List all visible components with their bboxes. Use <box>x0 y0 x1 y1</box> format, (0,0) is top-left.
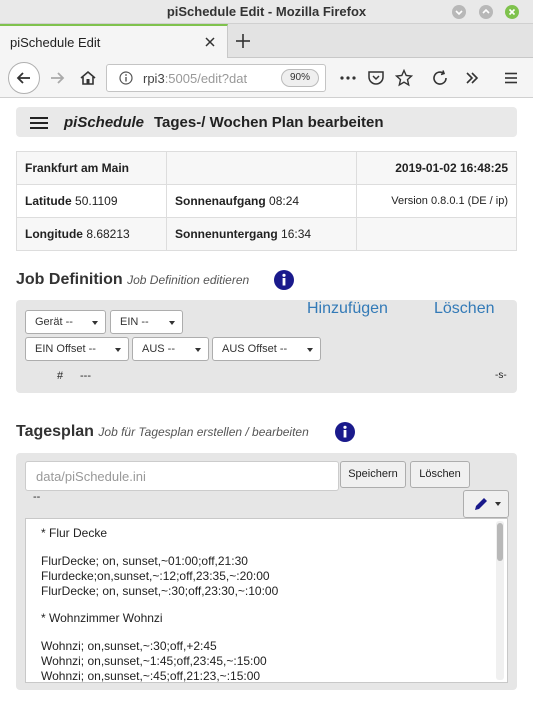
ein-dropdown[interactable]: EIN -- <box>110 310 183 334</box>
home-button[interactable] <box>76 66 100 90</box>
aus-dropdown[interactable]: AUS -- <box>132 337 209 361</box>
pocket-icon <box>368 71 384 85</box>
url-host: rpi3 <box>143 71 165 86</box>
sunrise-cell: Sonnenaufgang 08:24 <box>166 184 357 218</box>
star-icon <box>395 69 413 87</box>
zoom-level-badge[interactable]: 90% <box>281 69 319 87</box>
new-tab-icon[interactable] <box>233 31 253 51</box>
page-title: Tages-/ Wochen Plan bearbeiten <box>154 114 384 131</box>
nav-bar: rpi3:5005/edit?dat 90% <box>0 58 533 98</box>
hamburger-icon[interactable] <box>30 117 48 129</box>
bookmark-button[interactable] <box>392 66 416 90</box>
editor-line: FlurDecke; on, sunset,~01:00;off,21:30 <box>41 554 248 568</box>
version-cell: Version 0.8.0.1 (DE / ip) <box>356 184 517 218</box>
more-dots-icon <box>340 76 356 80</box>
url-bar[interactable]: rpi3:5005/edit?dat 90% <box>106 64 326 92</box>
site-info-icon[interactable] <box>119 71 133 85</box>
url-path: :5005/edit?dat <box>164 71 247 86</box>
page-actions-button[interactable] <box>336 66 360 90</box>
delete-job-link[interactable]: Löschen <box>434 300 495 318</box>
longitude-cell: Longitude 8.68213 <box>16 217 167 251</box>
app-header: piSchedule Tages-/ Wochen Plan bearbeite… <box>16 107 517 137</box>
editor-line: Flurdecke;on,sunset,~:12;off,23:35,~:20:… <box>41 569 270 583</box>
maximize-button[interactable] <box>479 5 493 19</box>
tab-bar: piSchedule Edit <box>0 24 533 58</box>
pencil-icon <box>475 498 487 510</box>
chevron-double-right-icon <box>466 72 479 84</box>
location-info-table: Frankfurt am Main 2019-01-02 16:48:25 La… <box>16 151 517 251</box>
job-s-label: -s- <box>495 370 507 381</box>
plan-status-text: -- <box>33 491 41 503</box>
home-icon <box>80 70 96 85</box>
back-arrow-icon <box>16 72 30 84</box>
minimize-button[interactable] <box>452 5 466 19</box>
aus-offset-dropdown[interactable]: AUS Offset -- <box>212 337 321 361</box>
job-hash-label: # <box>57 370 64 382</box>
save-button[interactable]: Speichern <box>340 461 406 488</box>
add-job-link[interactable]: Hinzufügen <box>307 300 388 318</box>
plan-file-input[interactable] <box>25 461 339 491</box>
reload-icon <box>433 70 447 85</box>
latitude-cell: Latitude 50.1109 <box>16 184 167 218</box>
delete-plan-button[interactable]: Löschen <box>410 461 470 488</box>
editor-line: Wohnzi; on,sunset,~1:45;off,23:45,~:15:0… <box>41 654 267 668</box>
app-brand: piSchedule <box>64 114 145 131</box>
job-hash-value: --- <box>80 370 91 382</box>
city-cell: Frankfurt am Main <box>16 151 167 185</box>
tab-close-icon[interactable] <box>203 35 217 49</box>
pocket-button[interactable] <box>364 66 388 90</box>
forward-arrow-icon <box>51 72 65 84</box>
editor-line: * Wohnzimmer Wohnzi <box>41 611 163 625</box>
job-info-icon[interactable] <box>274 270 294 290</box>
chevron-down-icon <box>495 502 501 506</box>
back-button[interactable] <box>8 62 40 94</box>
url-text[interactable]: rpi3:5005/edit?dat <box>143 71 247 86</box>
editor-line: FlurDecke; on, sunset,~:30;off,23:30,~:1… <box>41 584 279 598</box>
close-window-button[interactable] <box>505 5 519 19</box>
editor-line: Wohnzi; on,sunset,~:30;off,+2:45 <box>41 639 217 653</box>
ein-offset-dropdown[interactable]: EIN Offset -- <box>25 337 129 361</box>
tab-pischedule-edit[interactable]: piSchedule Edit <box>0 24 228 58</box>
reload-button[interactable] <box>428 66 452 90</box>
empty-cell <box>356 217 517 251</box>
tagesplan-heading: Tagesplan Job für Tagesplan erstellen / … <box>16 423 309 440</box>
sunset-cell: Sonnenuntergang 16:34 <box>166 217 357 251</box>
tab-title: piSchedule Edit <box>10 35 101 50</box>
edit-dropdown-button[interactable] <box>463 490 509 518</box>
window-titlebar: piSchedule Edit - Mozilla Firefox <box>0 0 533 24</box>
editor-scrollbar[interactable] <box>496 521 504 680</box>
editor-line: * Flur Decke <box>41 526 108 540</box>
job-definition-panel: Gerät -- EIN -- Hinzufügen Löschen EIN O… <box>16 300 517 393</box>
job-definition-heading: Job Definition Job Definition editieren <box>16 271 250 288</box>
editor-scroll-thumb[interactable] <box>497 523 503 561</box>
geraet-dropdown[interactable]: Gerät -- <box>25 310 106 334</box>
plan-editor[interactable]: * Flur Decke FlurDecke; on, sunset,~01:0… <box>25 518 508 683</box>
app-menu-button[interactable] <box>499 66 523 90</box>
plan-info-icon[interactable] <box>335 422 355 442</box>
forward-button[interactable] <box>45 66 69 90</box>
overflow-menu-button[interactable] <box>460 66 484 90</box>
empty-cell <box>166 151 357 185</box>
datetime-cell: 2019-01-02 16:48:25 <box>356 151 517 185</box>
editor-line: Wohnzi; on,sunset,~:45;off,21:23,~:15:00 <box>41 669 261 683</box>
hamburger-menu-icon <box>505 72 517 84</box>
